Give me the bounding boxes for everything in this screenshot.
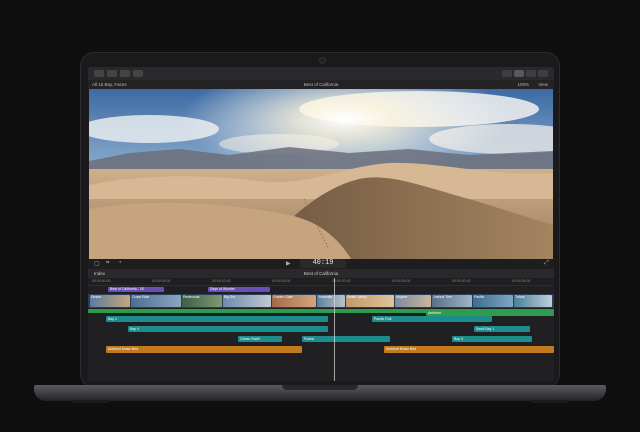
clip-label: Joshua Tree (433, 295, 453, 299)
inspector-toggle-icon[interactable] (526, 70, 536, 77)
video-clip[interactable]: Yosemite (317, 295, 345, 307)
clip-label: Golden Gate (273, 295, 293, 299)
camera-icon (319, 57, 326, 64)
playhead[interactable] (334, 278, 335, 381)
clip-label: Days of Wonder (210, 287, 236, 291)
viewer-controls: ▢ ⌗ ◔ ▶ 40:19 ⤢ (88, 259, 554, 269)
fullscreen-icon[interactable]: ⤢ (544, 260, 549, 267)
clip-label: Yosemite (318, 295, 333, 299)
video-clip[interactable]: Big Sur (223, 295, 271, 307)
audio-clip[interactable]: Bay 3 (452, 336, 532, 342)
clip-label: Coast Ride (132, 295, 150, 299)
zoom-controls: 100% View (518, 80, 548, 89)
fcp-window: All 15 Bay, Faces Best of California 100… (88, 67, 554, 381)
video-clip[interactable]: Mojave (395, 295, 431, 307)
clip-label: Bay 1 (108, 317, 117, 321)
ruler-tick: 00:00:30:00 (452, 279, 471, 283)
ruler-tick: 00:00:15:00 (272, 279, 291, 283)
audio-clip[interactable]: Bay 4 (128, 326, 328, 332)
laptop-lid: All 15 Bay, Faces Best of California 100… (80, 52, 560, 388)
ruler-tick: 00:00:35:00 (512, 279, 531, 283)
speed-icon[interactable]: ◔ (118, 260, 122, 266)
clip-label: Mojave (396, 295, 408, 299)
clip-label: Bay 4 (130, 327, 139, 331)
video-clip[interactable]: Redwoods (182, 295, 222, 307)
clip-label: Pacific (474, 295, 485, 299)
timeline-project-name: Best of California (303, 271, 339, 276)
view-menu[interactable]: View (538, 82, 548, 87)
video-clip[interactable]: Death Valley (346, 295, 394, 307)
clip-label: Death Valley (347, 295, 367, 299)
video-clip[interactable]: Desert (90, 295, 130, 307)
transform-icon[interactable]: ▢ (94, 260, 100, 267)
video-clip[interactable]: Coast Ride (131, 295, 181, 307)
toolbar (88, 67, 554, 80)
ruler-tick: 00:00:05:00 (152, 279, 171, 283)
video-clip[interactable]: Golden Gate (272, 295, 316, 307)
ruler-tick: 00:00:25:00 (392, 279, 411, 283)
timeline-tracks: Best of California - 2K Days of Wonder D… (88, 286, 554, 381)
clip-label: Redwoods (183, 295, 200, 299)
forward-icon[interactable] (107, 70, 117, 77)
lid-opening-notch (282, 385, 358, 390)
laptop-base (34, 385, 606, 401)
music-clip[interactable]: Ambient Music Bed (384, 346, 554, 353)
title-clip[interactable]: Days of Wonder (208, 287, 270, 292)
timeline-header: Index Best of California (88, 269, 554, 278)
layout-icon[interactable] (502, 70, 512, 77)
clip-label: Big Sur (224, 295, 236, 299)
import-icon[interactable] (120, 70, 130, 77)
clip-label: Tahoe (515, 295, 525, 299)
video-clip[interactable]: Tahoe (514, 295, 552, 307)
clip-label: Pacific Roll (374, 317, 392, 321)
laptop-foot (70, 400, 110, 403)
audio-clip[interactable]: Ambient (426, 310, 554, 316)
title-clip[interactable]: Best of California - 2K (108, 287, 164, 292)
ruler-tick: 00:00:00:00 (92, 279, 111, 283)
video-viewer[interactable] (89, 89, 553, 259)
viewer-info-bar: All 15 Bay, Faces Best of California 100… (88, 80, 554, 89)
zoom-level[interactable]: 100% (518, 82, 530, 87)
crop-icon[interactable]: ⌗ (106, 260, 109, 267)
music-clip[interactable]: Ambient Music Bed (106, 346, 302, 353)
clip-label: Ambient (428, 311, 441, 315)
clip-label: Ocean Swell (240, 337, 260, 341)
desert-scene-image (89, 89, 553, 259)
timeline-toggle-icon[interactable] (514, 70, 524, 77)
audio-clip[interactable]: Ocean Swell (238, 336, 282, 342)
audio-clip[interactable]: Bay 1 (106, 316, 328, 322)
clip-label: Forest (304, 337, 314, 341)
laptop-foot (530, 400, 570, 403)
clip-label: Best of California - 2K (110, 287, 145, 291)
timeline-ruler[interactable]: 00:00:00:00 00:00:05:00 00:00:10:00 00:0… (88, 278, 554, 286)
workspace-buttons (502, 70, 548, 77)
settings-icon[interactable] (538, 70, 548, 77)
audio-clip[interactable]: Forest (302, 336, 390, 342)
audio-clip[interactable]: Pacific Roll (372, 316, 492, 322)
ruler-tick: 00:00:10:00 (212, 279, 231, 283)
video-clip[interactable]: Joshua Tree (432, 295, 472, 307)
project-title: Best of California (303, 82, 339, 87)
clip-label: Bay 3 (454, 337, 463, 341)
clip-label: Ambient Music Bed (108, 347, 139, 351)
timecode-display[interactable]: 40:19 (300, 259, 346, 268)
video-clip[interactable]: Pacific (473, 295, 513, 307)
clip-label: Desert (91, 295, 102, 299)
back-icon[interactable] (94, 70, 104, 77)
audio-clip[interactable]: Swell Bay 1 (474, 326, 530, 332)
play-icon[interactable]: ▶ (286, 260, 291, 267)
clip-label: Swell Bay 1 (476, 327, 495, 331)
clip-label: Ambient Music Bed (386, 347, 417, 351)
share-icon[interactable] (133, 70, 143, 77)
